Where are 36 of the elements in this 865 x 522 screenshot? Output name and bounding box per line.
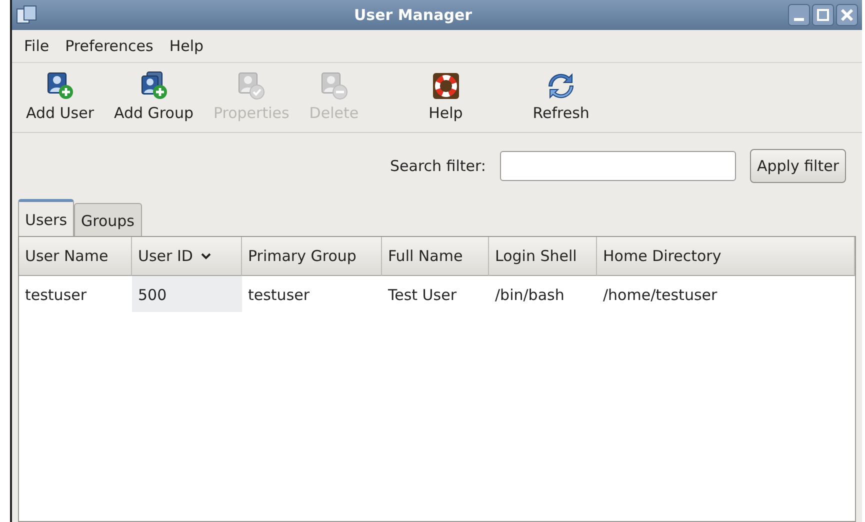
add-group-icon: [138, 71, 169, 101]
user-minus-icon: [318, 71, 349, 101]
user-check-icon: [236, 71, 266, 101]
search-label: Search filter:: [390, 157, 486, 175]
toolbar-button[interactable]: Add User: [16, 69, 104, 124]
window-title: User Manager: [352, 6, 474, 24]
tab[interactable]: Groups: [74, 203, 142, 236]
toolbar-button[interactable]: Add Group: [104, 69, 204, 124]
column-header[interactable]: Home Directory: [597, 237, 855, 276]
maximize-icon[interactable]: [812, 4, 834, 26]
table-cell-text: testuser: [24, 285, 88, 306]
toolbar-button[interactable]: Refresh: [522, 69, 600, 124]
menu-item[interactable]: Preferences: [59, 35, 160, 57]
add-user-icon: [45, 71, 75, 101]
column-header[interactable]: Full Name: [382, 237, 489, 276]
table-cell-text: /bin/bash: [494, 285, 566, 306]
table-cell: 500: [132, 276, 242, 312]
apply-filter-button[interactable]: Apply filter: [750, 149, 846, 183]
column-header[interactable]: Login Shell: [489, 237, 597, 276]
menu-item[interactable]: File: [18, 35, 56, 57]
column-header[interactable]: User ID: [132, 237, 242, 276]
table-cell-text: testuser: [247, 285, 311, 306]
search-field[interactable]: [500, 151, 736, 181]
menu-item[interactable]: Help: [163, 35, 210, 57]
lifebuoy-icon: [430, 71, 461, 101]
close-icon[interactable]: [836, 4, 858, 26]
app-icon: [16, 5, 38, 25]
minimize-icon[interactable]: [788, 4, 810, 26]
table-cell-text: /home/testuser: [602, 285, 718, 306]
column-header[interactable]: User Name: [19, 237, 132, 276]
sort-icon: [200, 252, 211, 260]
toolbar-button[interactable]: Help: [418, 69, 473, 124]
column-header[interactable]: Primary Group: [242, 237, 382, 276]
refresh-icon: [546, 71, 576, 101]
tab[interactable]: Users: [18, 199, 74, 236]
table-cell-text: Test User: [387, 285, 458, 306]
